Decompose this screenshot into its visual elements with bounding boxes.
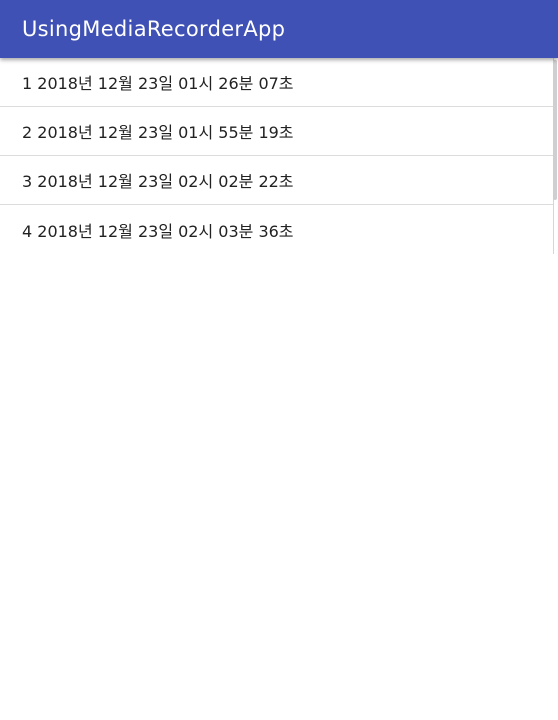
recording-list-item[interactable]: 4 2018년 12월 23일 02시 03분 36초: [0, 205, 553, 254]
app-bar: UsingMediaRecorderApp: [0, 0, 558, 58]
recording-list-item[interactable]: 1 2018년 12월 23일 01시 26분 07초: [0, 58, 553, 107]
recording-label: 1 2018년 12월 23일 01시 26분 07초: [22, 74, 294, 93]
recording-list-item[interactable]: 3 2018년 12월 23일 02시 02분 22초: [0, 156, 553, 205]
app-title: UsingMediaRecorderApp: [22, 17, 286, 41]
recording-list-item[interactable]: 2 2018년 12월 23일 01시 55분 19초: [0, 107, 553, 156]
recording-label: 4 2018년 12월 23일 02시 03분 36초: [22, 221, 294, 241]
recording-label: 2 2018년 12월 23일 01시 55분 19초: [22, 123, 294, 142]
recording-label: 3 2018년 12월 23일 02시 02분 22초: [22, 172, 294, 191]
recording-list[interactable]: 1 2018년 12월 23일 01시 26분 07초 2 2018년 12월 …: [0, 58, 554, 254]
scrollbar[interactable]: [553, 60, 557, 200]
